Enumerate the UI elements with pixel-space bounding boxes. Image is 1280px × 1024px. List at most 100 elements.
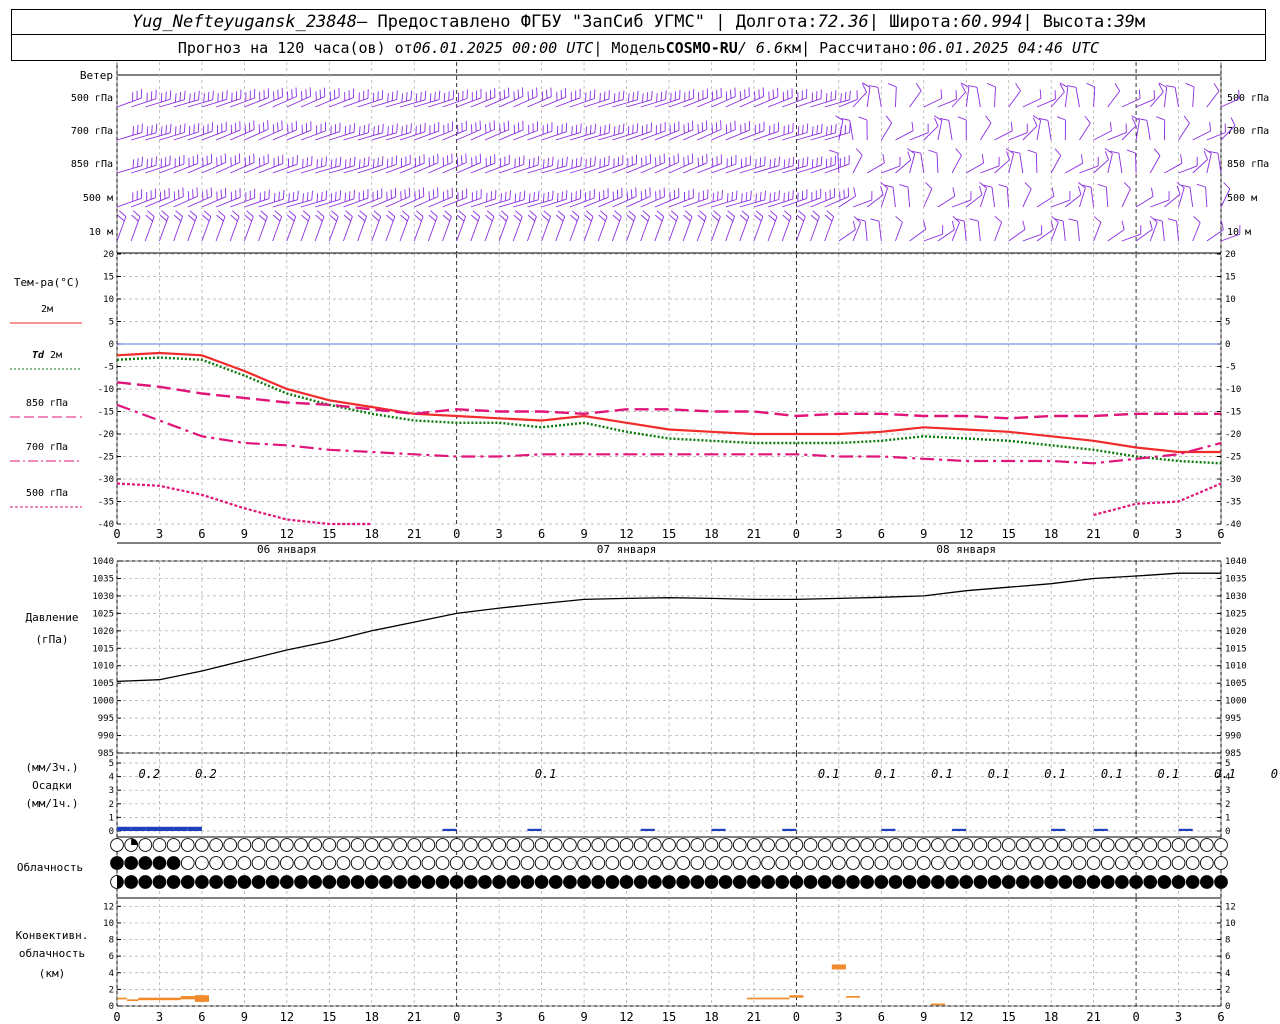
wind-barb-flag (405, 92, 408, 102)
cloud-circle (704, 838, 719, 852)
cloud-circle (1030, 856, 1044, 870)
conv-bar (126, 999, 139, 1002)
wind-barb (583, 196, 609, 208)
wind-barb-flag (146, 159, 148, 169)
cloud-fill (903, 875, 917, 889)
cloud-symbol (1143, 838, 1158, 852)
wind-barb (725, 199, 751, 208)
wind-barb (513, 96, 538, 108)
wind-barb (683, 197, 708, 208)
cloud-circle (831, 838, 846, 852)
wind-barb-flag (575, 158, 578, 168)
wind-barb (907, 187, 911, 208)
wind-barb-flag (305, 89, 307, 99)
wind-barb-flag (642, 210, 650, 217)
wind-barb (272, 163, 298, 174)
cloud-symbol (449, 856, 464, 870)
wind-barb-flag (1223, 182, 1231, 190)
cloud-symbol (591, 856, 606, 870)
cloud-circle (1030, 838, 1044, 852)
cloud-symbol (463, 875, 478, 889)
cloud-circle (846, 838, 860, 852)
wind-barb (201, 98, 227, 108)
cloud-circle (1171, 856, 1186, 870)
wind-barb-flag (442, 214, 451, 222)
wind-barb-flag (612, 214, 620, 222)
wind-barb (626, 195, 651, 208)
cloud-symbol (1058, 856, 1073, 870)
wind-barb (796, 164, 822, 174)
wind-barb-flag (613, 126, 616, 136)
cloud-symbol (888, 875, 903, 889)
wind-barb-flag (363, 124, 366, 135)
wind-barb-flag (174, 93, 177, 103)
cloud-symbol (492, 838, 507, 852)
temp-ytick-label-left: -15 (98, 408, 114, 418)
cloud-circle (987, 856, 1002, 870)
wind-barb-flag (1097, 183, 1107, 188)
cloud-circle (379, 838, 393, 852)
cloud-circle (463, 856, 478, 870)
cloud-symbol (718, 856, 733, 870)
wind-barb (385, 216, 396, 242)
cloud-circle (492, 856, 507, 870)
wind-barb-flag (669, 214, 677, 222)
wind-barb-flag (670, 210, 679, 217)
wind-barb (725, 95, 750, 108)
time-hour-label-bottom: 21 (1086, 1010, 1100, 1024)
cloud-fill (1115, 875, 1129, 889)
wind-barb (866, 87, 871, 108)
cloud-fill (662, 875, 676, 889)
pres-ytick-label-right: 1005 (1225, 679, 1247, 689)
wind-barb-flag (541, 214, 550, 222)
time-hour-label-bottom: 12 (619, 1010, 633, 1024)
wind-barb-flag (396, 123, 398, 133)
wind-barb-flag (145, 214, 153, 222)
wind-barb-flag (349, 158, 351, 168)
wind-barb (343, 197, 369, 208)
time-hour-label-bottom: 9 (920, 1010, 927, 1024)
wind-barb-flag (557, 210, 565, 217)
cloud-symbol (718, 875, 733, 889)
wind-barb-flag (414, 214, 422, 222)
wind-barb-flag (699, 210, 707, 217)
cloud-symbol (322, 856, 337, 870)
wind-barb (682, 216, 693, 242)
wind-barb (385, 196, 410, 208)
wind-barb-flag (806, 156, 809, 166)
wind-barb (1008, 90, 1021, 108)
wind-barb (668, 216, 679, 242)
wind-barb-flag (1084, 115, 1091, 124)
wind-barb (767, 131, 793, 141)
wind-barb-flag (471, 214, 479, 222)
wind-barb-flag (288, 210, 296, 217)
wind-barb-flag (288, 193, 290, 203)
wind-barb-flag (727, 210, 735, 217)
wind-barb-flag (470, 124, 473, 134)
wind-barb (810, 196, 835, 208)
time-hour-label: 15 (662, 527, 676, 541)
wind-barb (201, 196, 226, 208)
temp-title: Тем-ра(°C) (14, 276, 80, 289)
cloud-symbol (647, 838, 662, 852)
time-hour-label: 0 (453, 527, 460, 541)
wind-barb (909, 90, 922, 108)
cloud-symbol (747, 875, 761, 889)
cloud-fill (648, 875, 662, 889)
wind-barb (343, 132, 369, 141)
wind-barb (1206, 153, 1212, 174)
wind-barb (697, 162, 722, 174)
wind-barb (569, 165, 595, 174)
cloud-symbol (407, 856, 422, 870)
wind-barb-flag (272, 214, 281, 222)
time-hour-label: 6 (1217, 527, 1224, 541)
wind-barb-flag (405, 124, 408, 134)
wind-barb-flag (755, 193, 757, 203)
wind-barb-flag (141, 123, 143, 133)
cloud-symbol (945, 838, 959, 852)
cloud-symbol (279, 838, 294, 852)
cloud-symbol (931, 856, 945, 870)
cloud-circle (478, 856, 492, 870)
wind-barb-flag (1238, 89, 1240, 99)
wind-barb-flag (816, 157, 818, 167)
